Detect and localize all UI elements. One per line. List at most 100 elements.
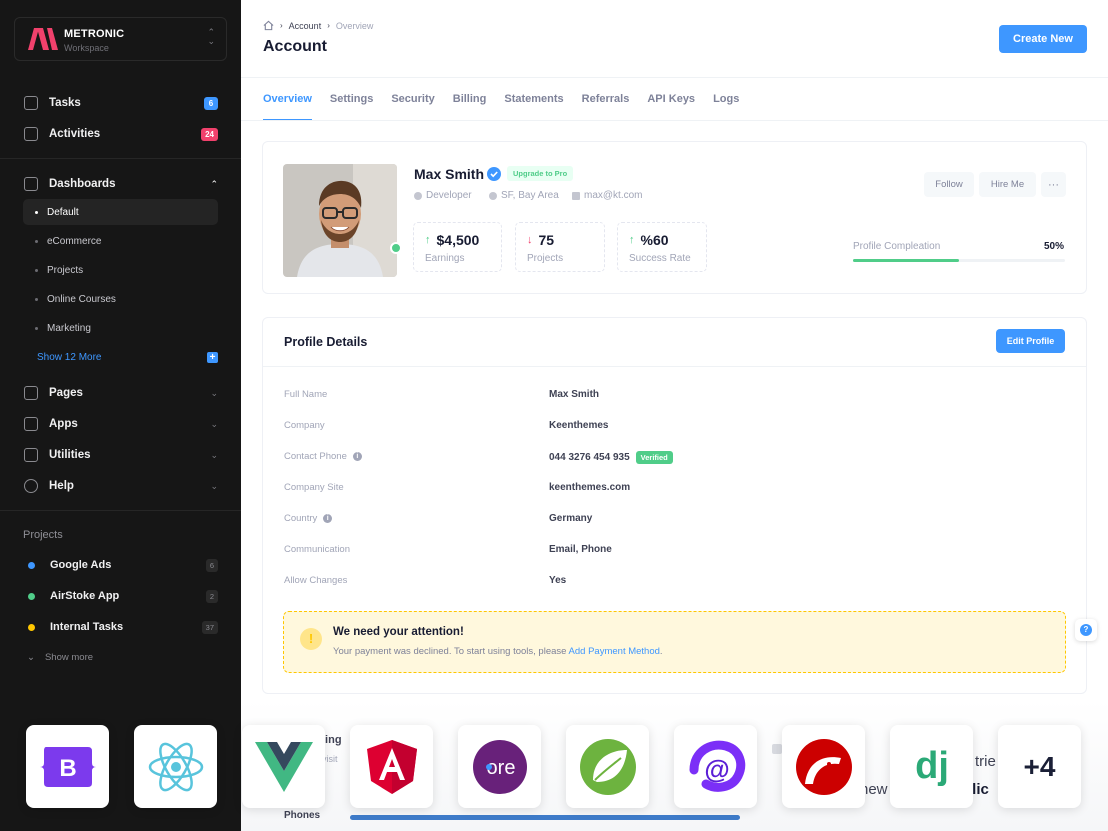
envelope-icon [572,191,580,200]
bullet-icon [35,297,38,301]
vue-icon [254,741,313,792]
more-frameworks-tile[interactable]: +4 [998,725,1081,808]
home-icon [24,177,38,191]
detail-value-company: Keenthemes [549,420,609,431]
more-options-button[interactable]: ··· [1041,172,1066,197]
angular-tile[interactable] [350,725,433,808]
sidebar-item-help[interactable]: Help ⌄ [24,475,218,497]
tab-billing[interactable]: Billing [453,93,487,121]
hire-me-button[interactable]: Hire Me [979,172,1036,197]
tab-overview[interactable]: Overview [263,93,312,121]
svg-text:dj: dj [915,745,949,787]
create-new-button[interactable]: Create New [999,25,1087,53]
header-divider [241,77,1108,78]
project-item-airstoke-app[interactable]: AirStoke App 2 [28,587,218,605]
dotnet-core-icon: ore [472,739,527,794]
pages-icon [24,386,38,400]
project-dot-icon [28,623,35,631]
sidebar-subitem-marketing[interactable]: Marketing [23,315,218,341]
more-frameworks-count: +4 [1023,750,1056,782]
chevron-down-icon: ⌄ [210,418,218,429]
breadcrumb-item-account[interactable]: Account [289,21,322,31]
sidebar-subitem-label: Online Courses [47,293,116,305]
location-pin-icon [489,191,497,200]
sidebar-subitem-default[interactable]: Default [23,199,218,225]
follow-button[interactable]: Follow [924,172,974,197]
background-progress-bar [350,815,740,820]
vue-tile[interactable] [242,725,325,808]
dotnet-core-tile[interactable]: ore [458,725,541,808]
sidebar-item-utilities[interactable]: Utilities ⌄ [24,444,218,466]
show-more-dashboards-link[interactable]: Show 12 More + [37,352,218,363]
payment-notice: ! We need your attention! Your payment w… [283,611,1066,673]
stat-value: %60 [640,232,669,248]
help-button[interactable]: ? [1075,619,1097,641]
tabs-divider [241,120,1108,121]
sidebar-subitem-projects[interactable]: Projects [23,257,218,283]
detail-value-communication: Email, Phone [549,544,612,555]
spring-tile[interactable] [566,725,649,808]
blazor-tile[interactable]: @ [674,725,757,808]
project-item-google-ads[interactable]: Google Ads 6 [28,556,218,574]
sidebar-subitem-ecommerce[interactable]: eCommerce [23,228,218,254]
project-count: 6 [205,558,218,572]
tab-statements[interactable]: Statements [504,93,563,121]
sidebar-subitem-label: Projects [47,264,84,276]
profile-location-text: SF, Bay Area [501,190,559,201]
project-label: AirStoke App [50,590,120,602]
sidebar-item-activities[interactable]: Activities 24 [24,123,218,145]
profile-name: Max Smith [414,166,485,182]
tab-logs[interactable]: Logs [713,93,739,121]
sidebar-item-tasks[interactable]: Tasks 6 [24,92,218,114]
add-payment-method-link[interactable]: Add Payment Method [569,646,660,657]
apps-icon [24,417,38,431]
upgrade-to-pro-badge[interactable]: Upgrade to Pro [507,166,574,181]
django-tile[interactable]: dj [890,725,973,808]
blazor-icon: @ [689,740,745,792]
react-tile[interactable] [134,725,217,808]
edit-profile-button[interactable]: Edit Profile [996,329,1065,353]
background-text: trie [975,753,996,770]
sidebar-item-dashboards[interactable]: Dashboards ⌃ [24,173,218,195]
chevron-down-icon: ⌄ [210,449,218,460]
divider [0,158,241,159]
tab-settings[interactable]: Settings [330,93,373,121]
breadcrumb-separator: › [280,21,283,30]
detail-label-text: Contact Phone [284,451,347,462]
home-icon[interactable] [263,20,274,31]
detail-label-communication: Communication [284,544,350,555]
breadcrumb-item-current: Overview [335,20,374,31]
sidebar-subitem-label: Marketing [47,322,91,334]
verified-badge-icon [487,167,501,181]
sidebar-item-label: Activities [49,128,101,140]
project-item-internal-tasks[interactable]: Internal Tasks 37 [28,618,218,636]
workspace-sub: Workspace [64,43,109,53]
angular-icon [366,739,417,794]
avatar [283,164,397,277]
sidebar-subitem-online-courses[interactable]: Online Courses [23,286,218,312]
info-icon[interactable]: i [352,452,362,461]
bullet-icon [35,210,38,214]
rails-tile[interactable] [782,725,865,808]
sidebar-item-pages[interactable]: Pages ⌄ [24,382,218,404]
detail-value-company-site[interactable]: keenthemes.com [549,482,630,493]
tab-api-keys[interactable]: API Keys [647,93,695,121]
detail-value-contact-phone: 044 3276 454 935 Verified [549,451,673,464]
detail-value-allow-changes: Yes [549,575,567,586]
bootstrap-tile[interactable]: B [26,725,109,808]
detail-value-full-name: Max Smith [549,389,600,400]
notice-title: We need your attention! [333,626,464,638]
show-more-projects-link[interactable]: ⌄ Show more [27,652,93,663]
detail-value-country: Germany [549,513,593,524]
profile-details-title: Profile Details [284,335,368,349]
tab-security[interactable]: Security [391,93,434,121]
sidebar-item-apps[interactable]: Apps ⌄ [24,413,218,435]
info-icon[interactable]: i [323,514,333,523]
profile-email[interactable]: max@kt.com [572,190,643,201]
tab-referrals[interactable]: Referrals [582,93,630,121]
breadcrumb: › Account › Overview [263,20,373,31]
divider [0,510,241,511]
count-badge: 6 [204,96,218,110]
workspace-switcher[interactable]: METRONIC Workspace ⌃ ⌄ [14,17,227,61]
project-count: 37 [201,620,218,634]
